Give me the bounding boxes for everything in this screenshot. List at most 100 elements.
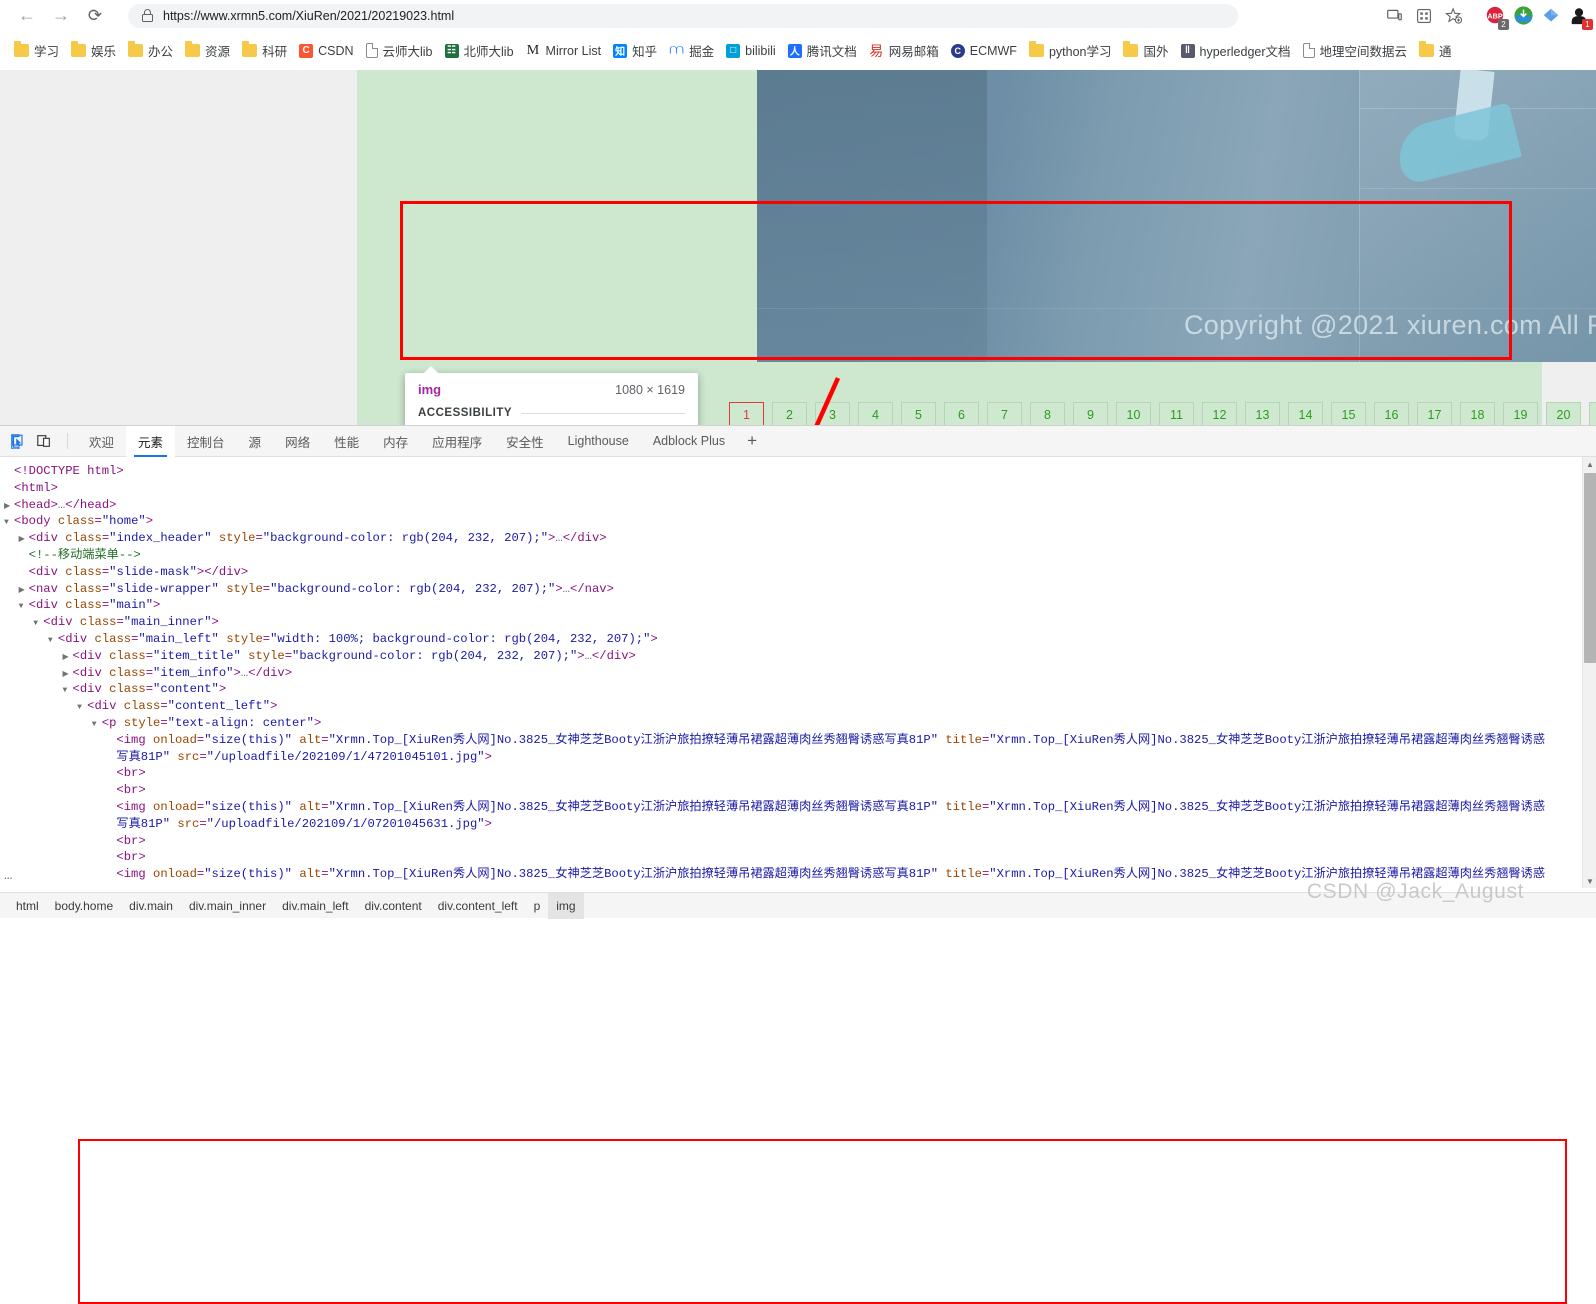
dom-line[interactable]: <html> <box>4 480 1596 497</box>
profile-extension-icon[interactable]: 1 <box>1566 3 1592 29</box>
devtools-tab[interactable]: Adblock Plus <box>641 426 737 457</box>
pagination-link[interactable]: 15 <box>1331 402 1366 425</box>
bookmark-item[interactable]: 学习 <box>8 38 65 64</box>
bookmark-item[interactable]: ☷北师大lib <box>439 38 520 64</box>
pagination-link[interactable]: 18 <box>1460 402 1495 425</box>
breadcrumb-item[interactable]: body.home <box>47 893 121 919</box>
dom-tree[interactable]: <!DOCTYPE html> <html>▶<head>…</head>▼<b… <box>0 457 1596 888</box>
pagination-link[interactable]: 13 <box>1245 402 1280 425</box>
breadcrumb-item[interactable]: div.main_inner <box>181 893 274 919</box>
pagination-link[interactable]: 1 <box>729 402 764 425</box>
bookmark-item[interactable]: 国外 <box>1117 38 1174 64</box>
devtools-tab[interactable]: 安全性 <box>494 426 556 457</box>
dom-line[interactable]: ▶<div class="item_info">…</div> <box>4 665 1596 682</box>
pagination-link[interactable]: 19 <box>1503 402 1538 425</box>
pagination-link[interactable]: 17 <box>1417 402 1452 425</box>
pagination-link[interactable]: 21 <box>1589 402 1596 425</box>
pagination-link[interactable]: 8 <box>1030 402 1065 425</box>
dom-line[interactable]: <br> <box>4 782 1596 799</box>
devtools-tab[interactable]: 欢迎 <box>77 426 126 457</box>
back-button[interactable]: ← <box>10 1 44 31</box>
dom-scrollbar[interactable]: ▲ ▼ <box>1582 457 1596 888</box>
dom-line[interactable]: ▼<p style="text-align: center"> <box>4 715 1596 732</box>
qr-code-icon[interactable] <box>1410 2 1438 30</box>
pagination-link[interactable]: 7 <box>987 402 1022 425</box>
devtools-tab[interactable]: 网络 <box>273 426 322 457</box>
devtools-tab[interactable]: 性能 <box>322 426 371 457</box>
scroll-up-arrow[interactable]: ▲ <box>1583 457 1596 471</box>
bookmark-item[interactable]: 地理空间数据云 <box>1297 38 1414 64</box>
devtools-tab[interactable]: 应用程序 <box>420 426 494 457</box>
breadcrumb-item[interactable]: html <box>8 893 47 919</box>
devtools-tab[interactable]: 源 <box>237 426 274 457</box>
pagination-link[interactable]: 20 <box>1546 402 1581 425</box>
dom-line[interactable]: ▶<nav class="slide-wrapper" style="backg… <box>4 581 1596 598</box>
reload-button[interactable]: ⟳ <box>78 1 112 31</box>
dom-line[interactable]: ▶<head>…</head> <box>4 497 1596 514</box>
pagination-link[interactable]: 4 <box>858 402 893 425</box>
address-bar[interactable]: https://www.xrmn5.com/XiuRen/2021/202190… <box>128 4 1238 28</box>
dom-line[interactable]: <img onload="size(this)" alt="Xrmn.Top_[… <box>4 799 1596 816</box>
bookmark-item[interactable]: python学习 <box>1023 38 1118 64</box>
bookmark-item[interactable]: MMirror List <box>520 38 608 64</box>
devtools-tab[interactable]: 内存 <box>371 426 420 457</box>
devtools-tab[interactable]: 元素 <box>126 426 175 457</box>
bookmark-item[interactable]: 人腾讯文档 <box>782 38 863 64</box>
breadcrumb-item[interactable]: div.main <box>121 893 181 919</box>
pagination-link[interactable]: 14 <box>1288 402 1323 425</box>
dom-line[interactable]: 写真81P" src="/uploadfile/202109/1/4720104… <box>4 749 1596 766</box>
bookmark-item[interactable]: 办公 <box>122 38 179 64</box>
dom-line[interactable]: <img onload="size(this)" alt="Xrmn.Top_[… <box>4 732 1596 749</box>
add-panel-button[interactable]: + <box>737 431 767 451</box>
dom-line[interactable]: <!DOCTYPE html> <box>4 463 1596 480</box>
dom-line[interactable]: <br> <box>4 849 1596 866</box>
bookmark-item[interactable]: ‖hyperledger文档 <box>1175 38 1297 64</box>
bookmark-item[interactable]: 通 <box>1413 38 1458 64</box>
dom-line[interactable]: <br> <box>4 833 1596 850</box>
bookmark-item[interactable]: 娱乐 <box>65 38 122 64</box>
diamond-extension-icon[interactable] <box>1538 3 1564 29</box>
idm-extension-icon[interactable] <box>1510 3 1536 29</box>
pagination-link[interactable]: 2 <box>772 402 807 425</box>
pagination-link[interactable]: 10 <box>1116 402 1151 425</box>
devtools-tab[interactable]: Lighthouse <box>556 426 641 457</box>
inspect-element-icon[interactable] <box>6 429 30 453</box>
bookmark-star-icon[interactable] <box>1440 2 1468 30</box>
breadcrumb-item[interactable]: div.content <box>357 893 430 919</box>
bookmark-item[interactable]: 资源 <box>179 38 236 64</box>
pagination-link[interactable]: 12 <box>1202 402 1237 425</box>
dom-line[interactable]: ▼<div class="content"> <box>4 681 1596 698</box>
pagination-link[interactable]: 6 <box>944 402 979 425</box>
dom-line[interactable]: ▼<div class="main_left" style="width: 10… <box>4 631 1596 648</box>
dom-line[interactable]: ▼<body class="home"> <box>4 513 1596 530</box>
adblock-plus-extension-icon[interactable]: ABP 2 <box>1482 3 1508 29</box>
breadcrumb-item[interactable]: div.main_left <box>274 893 356 919</box>
bookmark-item[interactable]: ⩋掘金 <box>663 38 720 64</box>
dom-line[interactable]: 写真81P" src="/uploadfile/202109/1/0720104… <box>4 816 1596 833</box>
dom-line[interactable]: <br> <box>4 765 1596 782</box>
dom-line[interactable]: ▼<div class="content_left"> <box>4 698 1596 715</box>
breadcrumb-item[interactable]: p <box>526 893 549 919</box>
bookmark-item[interactable]: 易网易邮箱 <box>863 38 945 64</box>
bookmark-item[interactable]: CCSDN <box>293 38 359 64</box>
breadcrumb-item[interactable]: img <box>548 893 583 919</box>
cast-icon[interactable] <box>1380 2 1408 30</box>
breadcrumb-item[interactable]: div.content_left <box>430 893 526 919</box>
bookmark-item[interactable]: 云师大lib <box>360 38 439 64</box>
forward-button[interactable]: → <box>44 1 78 31</box>
dom-line[interactable]: ▼<div class="main_inner"> <box>4 614 1596 631</box>
bookmark-item[interactable]: 科研 <box>236 38 293 64</box>
devtools-tab[interactable]: 控制台 <box>175 426 237 457</box>
dom-line[interactable]: ▶<div class="item_title" style="backgrou… <box>4 648 1596 665</box>
scroll-down-arrow[interactable]: ▼ <box>1583 874 1596 888</box>
pagination-link[interactable]: 3 <box>815 402 850 425</box>
dom-line[interactable]: <!--移动端菜单--> <box>4 547 1596 564</box>
pagination-link[interactable]: 9 <box>1073 402 1108 425</box>
bookmark-item[interactable]: □bilibili <box>720 38 782 64</box>
bookmark-item[interactable]: 知知乎 <box>607 38 663 64</box>
scroll-thumb[interactable] <box>1584 473 1596 663</box>
dom-line[interactable]: <div class="slide-mask"></div> <box>4 564 1596 581</box>
pagination-link[interactable]: 16 <box>1374 402 1409 425</box>
pagination-link[interactable]: 5 <box>901 402 936 425</box>
bookmark-item[interactable]: CECMWF <box>945 38 1023 64</box>
